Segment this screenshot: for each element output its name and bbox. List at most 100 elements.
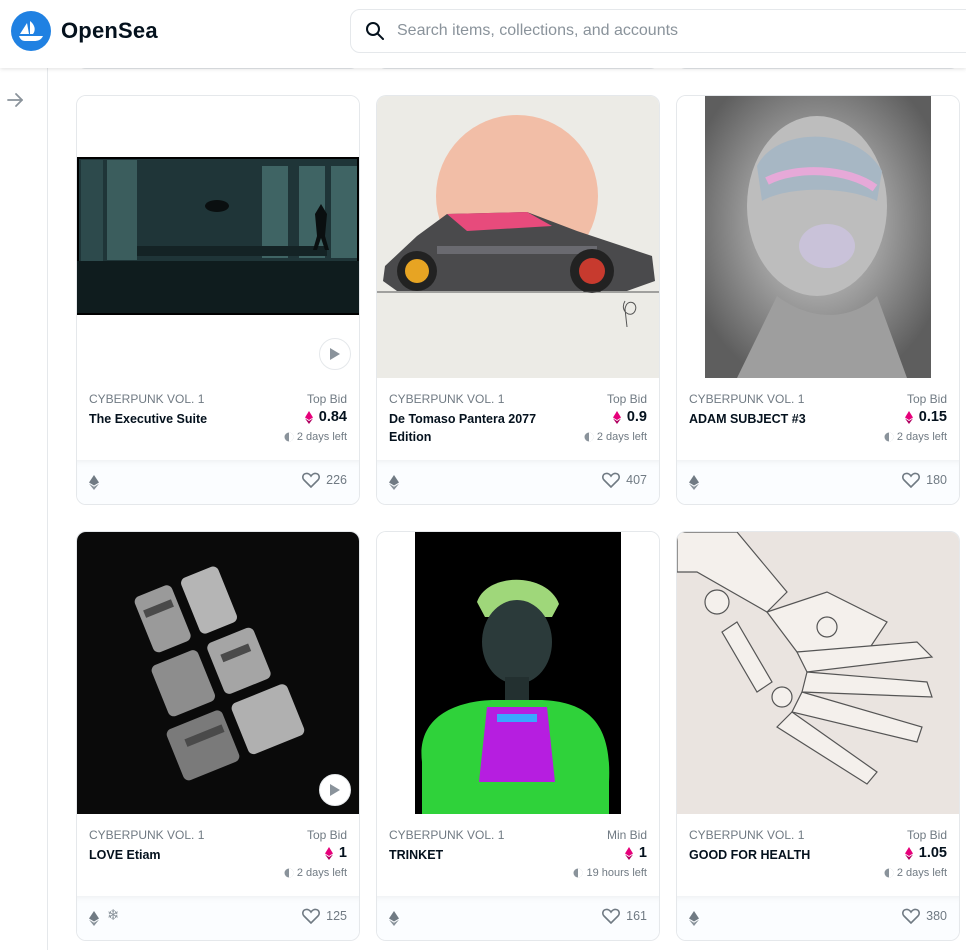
like-count: 226	[326, 473, 347, 487]
asset-name[interactable]: TRINKET	[389, 846, 554, 864]
like-count: 407	[626, 473, 647, 487]
asset-card[interactable]: CYBERPUNK VOL. 1 TRINKET Min Bid 1 19 ho…	[376, 531, 660, 941]
filter-sidebar-collapsed	[0, 68, 48, 950]
card-footer: 226	[77, 460, 359, 504]
asset-name[interactable]: ADAM SUBJECT #3	[689, 410, 854, 428]
collection-name[interactable]: CYBERPUNK VOL. 1	[689, 828, 804, 842]
expand-sidebar-arrow-icon[interactable]	[5, 90, 25, 110]
play-icon	[330, 348, 340, 360]
favorite-button[interactable]: 226	[302, 472, 347, 488]
bid-price: 0.15	[904, 409, 947, 425]
card-footer: 180	[677, 460, 959, 504]
time-left-text: 2 days left	[296, 431, 347, 443]
opensea-logo[interactable]: OpenSea	[11, 11, 158, 51]
play-button[interactable]	[319, 774, 351, 806]
weth-icon	[904, 410, 913, 424]
price-value: 1	[638, 845, 647, 861]
price-value: 1	[338, 845, 347, 861]
top-header: OpenSea	[0, 0, 966, 68]
price-value: 1.05	[918, 845, 947, 861]
favorite-button[interactable]: 180	[902, 472, 947, 488]
clock-icon	[884, 868, 894, 878]
bid-price: 1	[324, 845, 347, 861]
asset-image[interactable]	[77, 96, 359, 378]
favorite-button[interactable]: 125	[302, 908, 347, 924]
time-left: 2 days left	[284, 431, 347, 443]
bid-label: Top Bid	[306, 392, 347, 406]
bid-label: Top Bid	[906, 828, 947, 842]
time-left: 2 days left	[284, 867, 347, 879]
bid-price: 1.05	[904, 845, 947, 861]
asset-card[interactable]: CYBERPUNK VOL. 1 The Executive Suite Top…	[76, 95, 360, 505]
weth-icon	[304, 410, 313, 424]
asset-name[interactable]: LOVE Etiam	[89, 846, 254, 864]
asset-image[interactable]	[377, 96, 659, 378]
bid-label: Top Bid	[906, 392, 947, 406]
brand-name: OpenSea	[61, 18, 158, 43]
asset-name[interactable]: The Executive Suite	[89, 410, 254, 428]
asset-name[interactable]: De Tomaso Pantera 2077 Edition	[389, 410, 554, 446]
collection-name[interactable]: CYBERPUNK VOL. 1	[689, 392, 804, 406]
time-left-text: 2 days left	[296, 867, 347, 879]
time-left: 2 days left	[884, 867, 947, 879]
heart-icon	[602, 472, 621, 488]
weth-icon	[624, 846, 633, 860]
snowflake-icon: ❄	[107, 907, 120, 924]
collection-name[interactable]: CYBERPUNK VOL. 1	[389, 392, 504, 406]
asset-name[interactable]: GOOD FOR HEALTH	[689, 846, 854, 864]
clock-icon	[284, 432, 294, 442]
asset-image[interactable]	[77, 532, 359, 814]
asset-image[interactable]	[677, 96, 959, 378]
eth-icon	[89, 475, 99, 490]
like-count: 380	[926, 909, 947, 923]
time-left: 2 days left	[884, 431, 947, 443]
like-count: 161	[626, 909, 647, 923]
card-footer: ❄ 125	[77, 896, 359, 940]
play-icon	[330, 784, 340, 796]
favorite-button[interactable]: 161	[602, 908, 647, 924]
time-left-text: 2 days left	[896, 431, 947, 443]
price-value: 0.9	[626, 409, 647, 425]
heart-icon	[902, 472, 921, 488]
eth-icon	[689, 475, 699, 490]
bid-label: Min Bid	[606, 828, 647, 842]
asset-image[interactable]	[377, 532, 659, 814]
collection-name[interactable]: CYBERPUNK VOL. 1	[89, 392, 204, 406]
favorite-button[interactable]: 380	[902, 908, 947, 924]
bid-price: 0.84	[304, 409, 347, 425]
clock-icon	[573, 868, 583, 878]
card-footer: 407	[377, 460, 659, 504]
collection-name[interactable]: CYBERPUNK VOL. 1	[389, 828, 504, 842]
search-icon	[366, 22, 384, 40]
time-left-text: 2 days left	[596, 431, 647, 443]
asset-card[interactable]: CYBERPUNK VOL. 1 GOOD FOR HEALTH Top Bid…	[676, 531, 960, 941]
bid-label: Top Bid	[606, 392, 647, 406]
heart-icon	[302, 472, 321, 488]
clock-icon	[584, 432, 594, 442]
favorite-button[interactable]: 407	[602, 472, 647, 488]
search-input[interactable]	[397, 22, 917, 40]
eth-icon	[89, 911, 99, 926]
play-button[interactable]	[319, 338, 351, 370]
time-left: 19 hours left	[573, 867, 647, 879]
asset-card[interactable]: CYBERPUNK VOL. 1 De Tomaso Pantera 2077 …	[376, 95, 660, 505]
time-left: 2 days left	[584, 431, 647, 443]
price-value: 0.84	[318, 409, 347, 425]
like-count: 180	[926, 473, 947, 487]
eth-icon	[389, 911, 399, 926]
search-bar[interactable]	[350, 9, 966, 53]
eth-icon	[389, 475, 399, 490]
asset-card[interactable]: CYBERPUNK VOL. 1 LOVE Etiam Top Bid 1 2 …	[76, 531, 360, 941]
asset-card[interactable]: CYBERPUNK VOL. 1 ADAM SUBJECT #3 Top Bid…	[676, 95, 960, 505]
eth-icon	[689, 911, 699, 926]
clock-icon	[284, 868, 294, 878]
bid-price: 1	[624, 845, 647, 861]
weth-icon	[904, 846, 913, 860]
card-footer: 380	[677, 896, 959, 940]
heart-icon	[302, 908, 321, 924]
collection-name[interactable]: CYBERPUNK VOL. 1	[89, 828, 204, 842]
heart-icon	[602, 908, 621, 924]
bid-label: Top Bid	[306, 828, 347, 842]
asset-image[interactable]	[677, 532, 959, 814]
bid-price: 0.9	[612, 409, 647, 425]
